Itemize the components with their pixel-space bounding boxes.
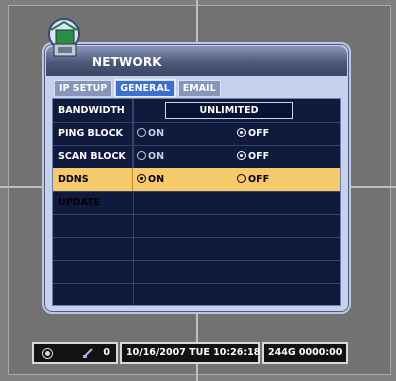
window-title-bar: NETWORK <box>46 46 347 76</box>
empty-row <box>53 237 340 261</box>
scan-block-on-radio[interactable]: ON <box>137 145 164 168</box>
row-ping-block: PING BLOCK ON OFF <box>53 122 340 146</box>
network-lock-icon <box>83 348 93 358</box>
record-icon <box>42 348 53 359</box>
radio-icon <box>137 128 146 137</box>
ddns-update-off-radio[interactable]: OFF <box>237 168 269 191</box>
tab-general[interactable]: GENERAL <box>114 79 176 97</box>
status-disk: 244G 0000:00 <box>262 342 348 364</box>
tab-email[interactable]: EMAIL <box>177 80 221 96</box>
empty-row <box>53 260 340 284</box>
bandwidth-label: BANDWIDTH <box>53 99 133 122</box>
radio-selected-icon <box>237 151 246 160</box>
network-settings-window: NETWORK IP SETUP GENERAL EMAIL BANDWIDTH… <box>42 42 351 314</box>
row-ddns-update: DDNS UPDATE ON OFF <box>53 168 340 208</box>
empty-row <box>53 283 340 306</box>
ddns-update-on-radio[interactable]: ON <box>137 168 164 191</box>
network-icon <box>48 18 80 57</box>
bandwidth-select[interactable]: UNLIMITED <box>165 102 293 119</box>
status-bar: 0 10/16/2007 TUE 10:26:18 244G 0000:00 <box>32 340 372 364</box>
status-count: 0 <box>103 347 110 358</box>
tab-ip-setup[interactable]: IP SETUP <box>54 80 113 96</box>
empty-row <box>53 214 340 238</box>
settings-table: BANDWIDTH UNLIMITED PING BLOCK ON OFF SC… <box>52 98 341 306</box>
status-datetime: 10/16/2007 TUE 10:26:18 <box>120 342 260 364</box>
row-bandwidth: BANDWIDTH UNLIMITED <box>53 99 340 123</box>
radio-selected-icon <box>137 174 146 183</box>
scan-block-label: SCAN BLOCK <box>53 145 133 168</box>
window-title: NETWORK <box>92 55 162 69</box>
scan-block-off-radio[interactable]: OFF <box>237 145 269 168</box>
ddns-update-label: DDNS UPDATE <box>53 168 133 208</box>
ping-block-label: PING BLOCK <box>53 122 133 145</box>
ping-block-off-radio[interactable]: OFF <box>237 122 269 145</box>
radio-icon <box>237 174 246 183</box>
ping-block-on-radio[interactable]: ON <box>137 122 164 145</box>
radio-selected-icon <box>237 128 246 137</box>
tab-bar: IP SETUP GENERAL EMAIL <box>54 79 221 97</box>
radio-icon <box>137 151 146 160</box>
empty-row <box>53 191 340 215</box>
row-scan-block: SCAN BLOCK ON OFF <box>53 145 340 169</box>
status-record-segment: 0 <box>32 342 118 364</box>
